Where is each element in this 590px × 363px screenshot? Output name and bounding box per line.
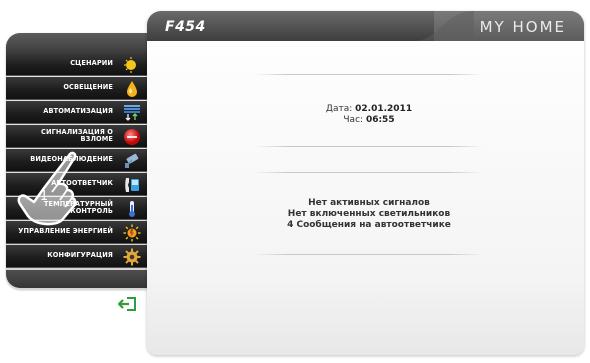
- sidebar-item-scenarios[interactable]: СЦЕНАРИИ: [6, 53, 147, 76]
- header-tab-curve: [414, 11, 474, 43]
- thermometer-icon: [129, 201, 135, 217]
- time-value: 06:55: [365, 115, 395, 125]
- sidebar-item-label: УПРАВЛЕНИЕ ЭНЕРГИЕЙ: [18, 227, 113, 236]
- divider: [254, 74, 484, 75]
- alarm-red-icon: [124, 129, 140, 145]
- automation-blinds-icon: [124, 105, 140, 121]
- answering-machine-phone-icon: [125, 178, 139, 192]
- time-label: Час:: [343, 115, 364, 125]
- date-readout: Дата: 02.01.2011: [254, 104, 484, 114]
- energy-sun-icon: [123, 224, 141, 242]
- hand-pointer-icon: [17, 151, 77, 226]
- divider: [254, 254, 484, 255]
- sidebar-item-automation[interactable]: АВТОМАТИЗАЦИЯ: [6, 101, 147, 124]
- exit-arrow-icon[interactable]: [118, 296, 138, 312]
- label-line-2: ВЗЛОМЕ: [80, 135, 113, 143]
- configuration-gear-icon: [123, 248, 141, 266]
- sidebar-item-label: СЦЕНАРИИ: [70, 59, 113, 68]
- main-header: F454 MY HOME: [147, 11, 584, 43]
- brand-logo: MY HOME: [479, 18, 566, 36]
- divider: [254, 146, 484, 147]
- sidebar-item-label: АВТОМАТИЗАЦИЯ: [43, 107, 113, 116]
- date-value: 02.01.2011: [355, 104, 413, 114]
- status-no-active-alarms: Нет активных сигналов: [308, 198, 430, 208]
- device-title: F454: [165, 19, 206, 35]
- scenarios-sun-moon-icon: [124, 57, 140, 73]
- video-camera-icon: [125, 153, 139, 168]
- main-panel: F454 MY HOME Дата: 02.01.2011 Час: 06:55…: [147, 11, 584, 355]
- sidebar-item-intrusion-alarm[interactable]: СИГНАЛИЗАЦИЯ О ВЗЛОМЕ: [6, 125, 147, 148]
- status-answering-machine-messages: 4 Сообщения на автоответчике: [287, 220, 451, 230]
- sidebar-bottom-cap: [6, 270, 147, 288]
- sidebar-top-cap: [6, 33, 147, 53]
- sidebar-item-lighting[interactable]: ОСВЕЩЕНИЕ: [6, 77, 147, 100]
- sidebar-item-label: КОНФИГУРАЦИЯ: [47, 251, 113, 260]
- content-area: Дата: 02.01.2011 Час: 06:55 Нет активных…: [147, 41, 584, 355]
- sidebar-item-label: СИГНАЛИЗАЦИЯ О ВЗЛОМЕ: [41, 128, 113, 144]
- lighting-bulb-icon: [127, 81, 137, 97]
- date-label: Дата:: [325, 104, 353, 114]
- sidebar-item-label: ОСВЕЩЕНИЕ: [63, 83, 113, 92]
- time-readout: Час: 06:55: [254, 115, 484, 125]
- divider: [254, 172, 484, 173]
- step-number: 1: [39, 189, 49, 204]
- status-no-lights-on: Нет включенных светильников: [287, 209, 451, 219]
- sidebar-item-configuration[interactable]: КОНФИГУРАЦИЯ: [6, 245, 147, 268]
